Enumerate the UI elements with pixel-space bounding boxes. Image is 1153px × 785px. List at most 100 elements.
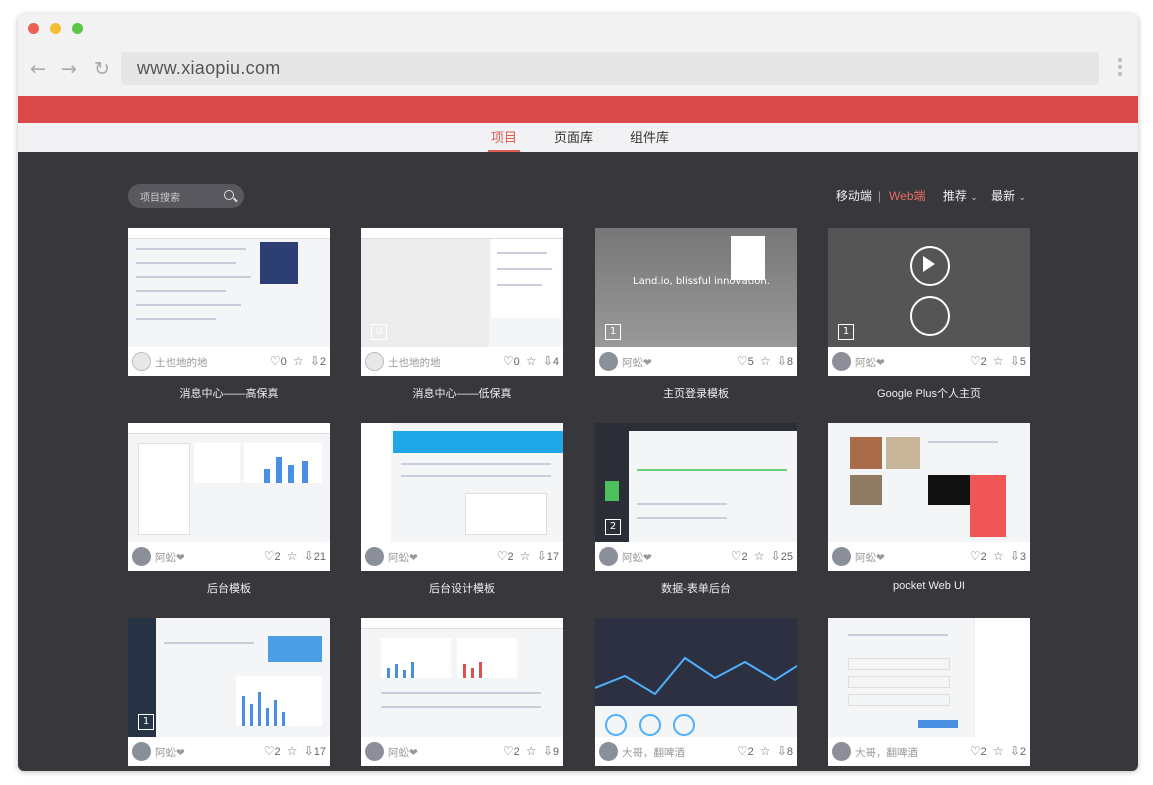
download-icon[interactable]: ⇩ [543, 354, 553, 368]
project-card[interactable]: 阿蚣❤♡2 ☆ ⇩21 [128, 423, 330, 571]
reload-icon[interactable]: ↻ [91, 58, 113, 80]
avatar[interactable] [365, 742, 384, 761]
download-icon[interactable]: ⇩ [537, 549, 547, 563]
project-card[interactable]: 土也地的地♡0 ☆ ⇩2 [128, 228, 330, 376]
project-title[interactable]: Google Plus个人主页 [828, 385, 1030, 401]
heart-icon[interactable]: ♡ [264, 744, 275, 758]
avatar[interactable] [599, 742, 618, 761]
project-card[interactable]: 阿蚣❤♡2 ☆ ⇩9 [361, 618, 563, 766]
arrow-right-icon[interactable]: → [58, 58, 80, 80]
star-icon[interactable]: ☆ [993, 354, 1004, 368]
project-title[interactable]: pocket Web UI [828, 580, 1030, 592]
maximize-window-button[interactable] [72, 23, 83, 34]
heart-icon[interactable]: ♡ [970, 549, 981, 563]
project-title[interactable]: 后台模板 [128, 580, 330, 596]
avatar[interactable] [599, 547, 618, 566]
project-title[interactable]: 消息中心——高保真 [128, 385, 330, 401]
avatar[interactable] [132, 742, 151, 761]
project-thumbnail[interactable] [128, 228, 330, 347]
download-icon[interactable]: ⇩ [310, 354, 320, 368]
author-name[interactable]: 土也地的地 [155, 355, 208, 370]
project-title[interactable]: 消息中心——低保真 [361, 385, 563, 401]
avatar[interactable] [599, 352, 618, 371]
project-thumbnail[interactable]: 1 [828, 228, 1030, 347]
download-icon[interactable]: ⇩ [771, 549, 781, 563]
address-bar[interactable]: www.xiaopiu.com [121, 52, 1099, 85]
sort-latest[interactable]: 最新 ⌄ [991, 189, 1026, 203]
avatar[interactable] [832, 742, 851, 761]
heart-icon[interactable]: ♡ [270, 354, 281, 368]
download-icon[interactable]: ⇩ [304, 549, 314, 563]
heart-icon[interactable]: ♡ [497, 549, 508, 563]
heart-icon[interactable]: ♡ [970, 744, 981, 758]
heart-icon[interactable]: ♡ [737, 744, 748, 758]
star-icon[interactable]: ☆ [760, 354, 771, 368]
project-thumbnail[interactable] [361, 423, 563, 542]
author-name[interactable]: 阿蚣❤ [622, 355, 652, 370]
project-thumbnail[interactable]: Land.io, blissful innovation.1 [595, 228, 797, 347]
download-icon[interactable]: ⇩ [1010, 354, 1020, 368]
project-thumbnail[interactable] [828, 618, 1030, 737]
project-card[interactable]: 大哥，翻啤酒♡2 ☆ ⇩2 [828, 618, 1030, 766]
author-name[interactable]: 阿蚣❤ [155, 745, 185, 760]
star-icon[interactable]: ☆ [520, 549, 531, 563]
avatar[interactable] [132, 547, 151, 566]
project-thumbnail[interactable] [361, 618, 563, 737]
project-card[interactable]: 阿蚣❤♡2 ☆ ⇩3 [828, 423, 1030, 571]
project-title[interactable]: 主页登录模板 [595, 385, 797, 401]
heart-icon[interactable]: ♡ [731, 549, 742, 563]
download-icon[interactable]: ⇩ [304, 744, 314, 758]
star-icon[interactable]: ☆ [760, 744, 771, 758]
author-name[interactable]: 土也地的地 [388, 355, 441, 370]
tab-page-library[interactable]: 页面库 [554, 127, 593, 146]
author-name[interactable]: 阿蚣❤ [855, 355, 885, 370]
browser-menu-icon[interactable] [1118, 58, 1122, 79]
project-thumbnail[interactable] [128, 423, 330, 542]
download-icon[interactable]: ⇩ [1010, 744, 1020, 758]
project-title[interactable]: 数据-表单后台 [595, 580, 797, 596]
project-card[interactable]: 1阿蚣❤♡2 ☆ ⇩5 [828, 228, 1030, 376]
tab-projects[interactable]: 项目 [491, 127, 517, 146]
close-window-button[interactable] [28, 23, 39, 34]
arrow-left-icon[interactable]: ← [27, 58, 49, 80]
project-title[interactable]: 后台设计模板 [361, 580, 563, 596]
author-name[interactable]: 阿蚣❤ [388, 550, 418, 565]
heart-icon[interactable]: ♡ [503, 354, 514, 368]
star-icon[interactable]: ☆ [526, 354, 537, 368]
download-icon[interactable]: ⇩ [1010, 549, 1020, 563]
sort-recommend[interactable]: 推荐 ⌄ [943, 189, 978, 203]
filter-mobile[interactable]: 移动端 [836, 189, 872, 203]
avatar[interactable] [365, 547, 384, 566]
star-icon[interactable]: ☆ [293, 354, 304, 368]
star-icon[interactable]: ☆ [287, 744, 298, 758]
star-icon[interactable]: ☆ [993, 549, 1004, 563]
download-icon[interactable]: ⇩ [543, 744, 553, 758]
project-card[interactable]: 0土也地的地♡0 ☆ ⇩4 [361, 228, 563, 376]
star-icon[interactable]: ☆ [754, 549, 765, 563]
project-card[interactable]: 阿蚣❤♡2 ☆ ⇩17 [361, 423, 563, 571]
heart-icon[interactable]: ♡ [970, 354, 981, 368]
heart-icon[interactable]: ♡ [264, 549, 275, 563]
project-card[interactable]: 大哥，翻啤酒♡2 ☆ ⇩8 [595, 618, 797, 766]
avatar[interactable] [132, 352, 151, 371]
heart-icon[interactable]: ♡ [737, 354, 748, 368]
minimize-window-button[interactable] [50, 23, 61, 34]
project-thumbnail[interactable]: 1 [128, 618, 330, 737]
author-name[interactable]: 阿蚣❤ [855, 550, 885, 565]
star-icon[interactable]: ☆ [287, 549, 298, 563]
project-thumbnail[interactable]: 0 [361, 228, 563, 347]
star-icon[interactable]: ☆ [993, 744, 1004, 758]
avatar[interactable] [832, 547, 851, 566]
author-name[interactable]: 大哥，翻啤酒 [622, 745, 685, 760]
author-name[interactable]: 阿蚣❤ [155, 550, 185, 565]
author-name[interactable]: 阿蚣❤ [622, 550, 652, 565]
project-thumbnail[interactable]: 2 [595, 423, 797, 542]
search-input[interactable]: 项目搜索 [128, 184, 244, 208]
avatar[interactable] [832, 352, 851, 371]
filter-web[interactable]: Web端 [889, 189, 925, 203]
project-card[interactable]: Land.io, blissful innovation.1阿蚣❤♡5 ☆ ⇩8 [595, 228, 797, 376]
download-icon[interactable]: ⇩ [777, 744, 787, 758]
project-card[interactable]: 1阿蚣❤♡2 ☆ ⇩17 [128, 618, 330, 766]
project-thumbnail[interactable] [595, 618, 797, 737]
download-icon[interactable]: ⇩ [777, 354, 787, 368]
